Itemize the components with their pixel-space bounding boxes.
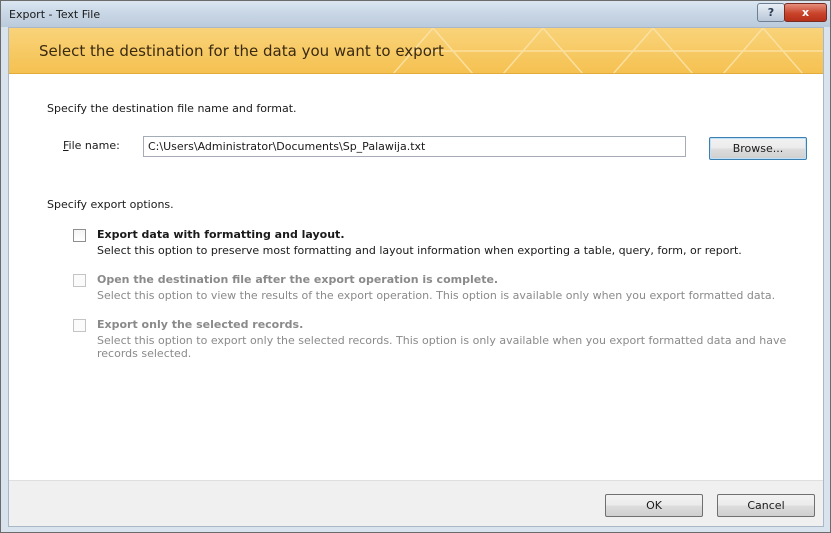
open-destination-checkbox[interactable] xyxy=(73,274,86,287)
ok-button[interactable]: OK xyxy=(605,494,703,517)
option-description: Select this option to view the results o… xyxy=(97,289,776,302)
file-name-label: File name: xyxy=(63,139,120,152)
export-formatting-checkbox[interactable] xyxy=(73,229,86,242)
export-selected-checkbox[interactable] xyxy=(73,319,86,332)
options-heading: Specify export options. xyxy=(47,198,174,211)
option-title: Export only the selected records. xyxy=(97,318,304,331)
file-name-label-rest: ile name: xyxy=(68,139,120,152)
option-description: Select this option to export only the se… xyxy=(97,334,787,360)
title-bar[interactable]: Export - Text File ? x xyxy=(1,1,830,27)
destination-heading: Specify the destination file name and fo… xyxy=(47,102,297,115)
help-button[interactable]: ? xyxy=(757,3,785,22)
option-title: Export data with formatting and layout. xyxy=(97,228,345,241)
close-button[interactable]: x xyxy=(784,3,827,22)
banner-decoration xyxy=(393,28,823,73)
help-icon: ? xyxy=(767,6,775,19)
export-text-file-dialog: Export - Text File ? x Select the destin… xyxy=(0,0,831,533)
banner-title: Select the destination for the data you … xyxy=(39,42,444,60)
header-banner: Select the destination for the data you … xyxy=(9,28,823,74)
option-title: Open the destination file after the expo… xyxy=(97,273,499,286)
ok-button-label: OK xyxy=(646,499,662,512)
cancel-button[interactable]: Cancel xyxy=(717,494,815,517)
file-name-input[interactable] xyxy=(143,136,686,157)
dialog-footer: OK Cancel xyxy=(9,480,823,526)
window-title: Export - Text File xyxy=(9,8,101,21)
dialog-content: Select the destination for the data you … xyxy=(8,27,824,527)
browse-button[interactable]: Browse... xyxy=(709,137,807,160)
close-icon: x xyxy=(801,6,810,19)
option-description: Select this option to preserve most form… xyxy=(97,244,742,257)
cancel-button-label: Cancel xyxy=(747,499,785,512)
browse-button-label: Browse... xyxy=(732,142,784,155)
